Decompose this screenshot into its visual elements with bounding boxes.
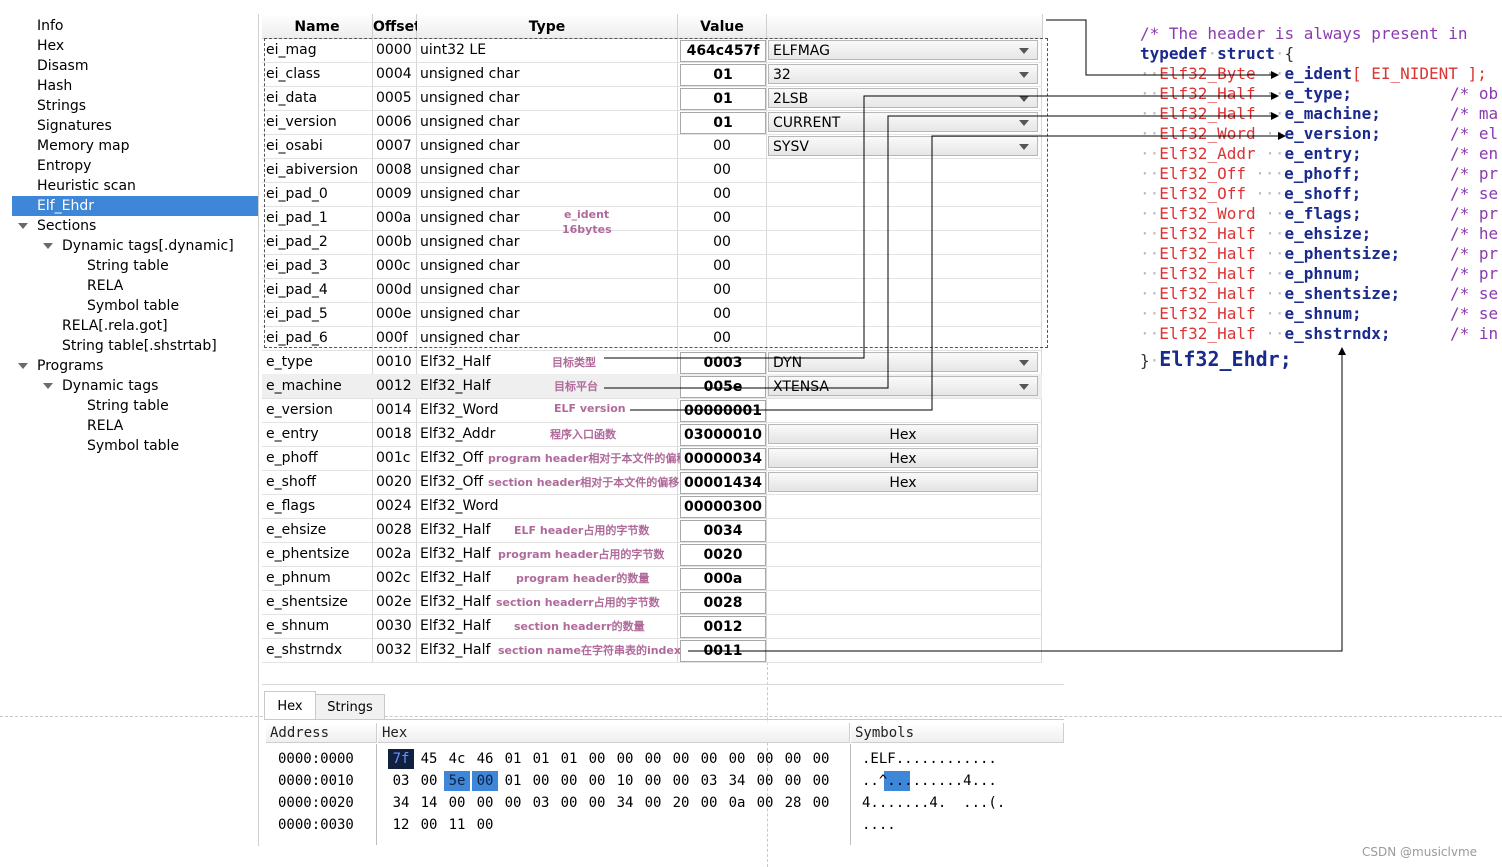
arrow-e-shstrndx xyxy=(688,347,1346,652)
arrow-e-version xyxy=(630,132,1286,411)
annotation-arrows xyxy=(604,19,1346,652)
arrow-e-ident xyxy=(1046,19,1279,79)
arrow-e-machine xyxy=(604,112,1279,389)
watermark: CSDN @musiclvme xyxy=(1362,845,1478,859)
arrow-e-type xyxy=(604,92,1279,359)
